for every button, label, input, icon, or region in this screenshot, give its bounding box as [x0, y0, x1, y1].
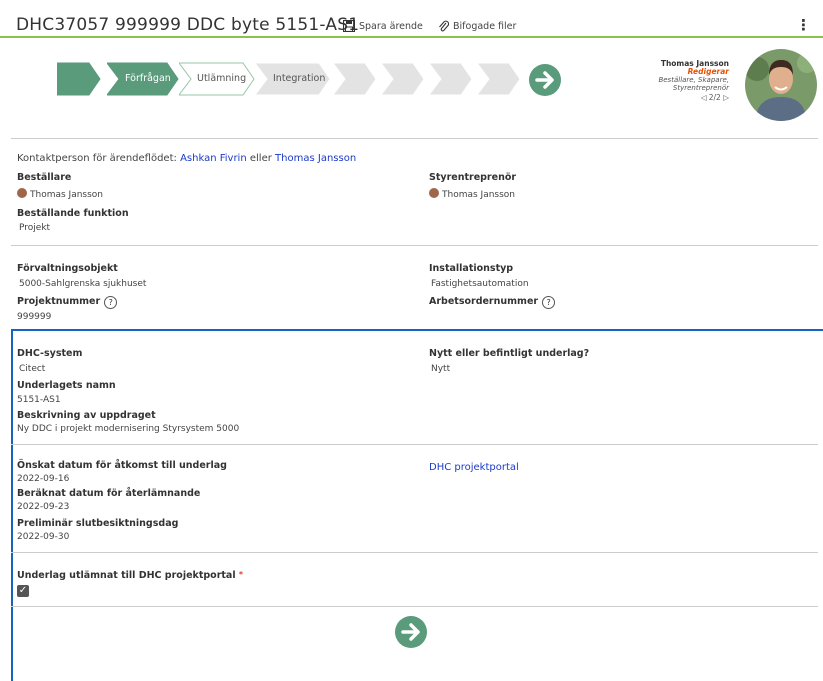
arrow-right-icon: [395, 616, 427, 648]
attach-files-button[interactable]: Bifogade filer: [438, 20, 516, 32]
user-role: Redigerar: [687, 67, 729, 76]
contact-person-link[interactable]: Thomas Jansson: [275, 153, 356, 164]
workflow-step[interactable]: Integration: [255, 62, 331, 96]
workflow-step-label: Förfrågan: [125, 73, 171, 84]
contact-prefix: Kontaktperson för ärendeflödet:: [17, 153, 177, 164]
save-icon: [343, 20, 355, 32]
save-button[interactable]: Spara ärende: [343, 20, 423, 32]
save-label: Spara ärende: [359, 20, 423, 32]
field-label: Förvaltningsobjekt: [17, 263, 118, 274]
field-value: Nytt: [431, 364, 451, 374]
more-menu-icon[interactable]: ⋮: [796, 16, 811, 34]
person-icon: [17, 188, 27, 198]
field-label: DHC-system: [17, 348, 83, 359]
page-title: DHC37057 999999 DDC byte 5151-AS1: [16, 15, 360, 35]
field-value: 999999: [17, 312, 52, 322]
user-pager: ◁ 2/2 ▷: [658, 94, 729, 102]
field-value: 5000-Sahlgrenska sjukhuset: [19, 279, 147, 289]
workflow-step-label: Integration: [273, 73, 326, 84]
styrentreprenor-value: Thomas Jansson: [429, 188, 515, 200]
arbetsordernummer-label: Arbetsordernummer?: [429, 296, 556, 309]
field-value: 2022-09-23: [17, 502, 70, 512]
field-label: Underlagets namn: [17, 380, 116, 391]
contact-person-link[interactable]: Ashkan Fivrin: [180, 153, 247, 164]
paperclip-icon: [439, 20, 449, 32]
pager-prev-icon[interactable]: ◁: [701, 93, 707, 102]
contact-line: Kontaktperson för ärendeflödet: Ashkan F…: [17, 153, 356, 164]
field-value: 2022-09-16: [17, 474, 70, 484]
workflow-step-label: Utlämning: [197, 73, 247, 84]
portal-link[interactable]: DHC projektportal: [429, 462, 519, 473]
workflow-step[interactable]: [57, 62, 101, 96]
help-icon[interactable]: ?: [104, 296, 118, 309]
field-label: Preliminär slutbesiktningsdag: [17, 518, 179, 529]
contact-conj: eller: [249, 153, 272, 164]
field-value: 5151-AS1: [17, 395, 61, 405]
field-value: Ny DDC i projekt modernisering Styrsyste…: [17, 424, 240, 434]
field-label: Installationstyp: [429, 263, 514, 274]
bestallare-value: Thomas Jansson: [17, 188, 103, 200]
submit-next-button[interactable]: [394, 615, 428, 649]
page-header: DHC37057 999999 DDC byte 5151-AS1 Spara …: [0, 0, 823, 38]
help-icon[interactable]: ?: [542, 296, 556, 309]
field-label: Önskat datum för åtkomst till underlag: [17, 460, 227, 471]
avatar: [745, 49, 817, 121]
field-label: Styrentreprenör: [429, 172, 517, 183]
divider: [11, 245, 818, 246]
attach-label: Bifogade filer: [453, 20, 517, 32]
field-value: Fastighetsautomation: [431, 279, 529, 289]
workflow-step[interactable]: [381, 62, 425, 96]
user-card: Thomas Jansson Redigerar Beställare, Ska…: [658, 60, 729, 102]
field-label: Beskrivning av uppdraget: [17, 410, 156, 421]
workflow-step[interactable]: Förfrågan: [107, 62, 179, 96]
workflow-step[interactable]: Utlämning: [179, 62, 255, 96]
next-step-button[interactable]: [528, 63, 562, 97]
workflow-step[interactable]: [477, 62, 521, 96]
field-value: Projekt: [19, 223, 51, 233]
workflow-step[interactable]: [333, 62, 377, 96]
field-label: Beräknat datum för återlämnande: [17, 488, 201, 499]
underlag-utlamnat-checkbox[interactable]: ✓: [17, 585, 29, 597]
workflow-step[interactable]: [429, 62, 473, 96]
divider: [11, 138, 818, 139]
arrow-right-icon: [529, 64, 561, 96]
user-roles-line2: Styrentreprenör: [672, 84, 729, 92]
pager-value: 2/2: [708, 93, 721, 102]
divider: [11, 606, 818, 607]
field-label: Nytt eller befintligt underlag?: [429, 348, 590, 359]
field-label: Beställare: [17, 172, 72, 183]
underlag-utlamnat-label: Underlag utlämnat till DHC projektportal…: [17, 570, 244, 581]
required-mark: *: [238, 570, 244, 579]
field-value: Citect: [19, 364, 46, 374]
pager-next-icon[interactable]: ▷: [723, 93, 729, 102]
field-value: 2022-09-30: [17, 532, 70, 542]
divider: [11, 552, 818, 553]
person-icon: [429, 188, 439, 198]
divider: [11, 444, 818, 445]
field-label: Beställande funktion: [17, 208, 129, 219]
projektnummer-label: Projektnummer?: [17, 296, 118, 309]
user-roles-line1: Beställare, Skapare,: [658, 76, 729, 84]
